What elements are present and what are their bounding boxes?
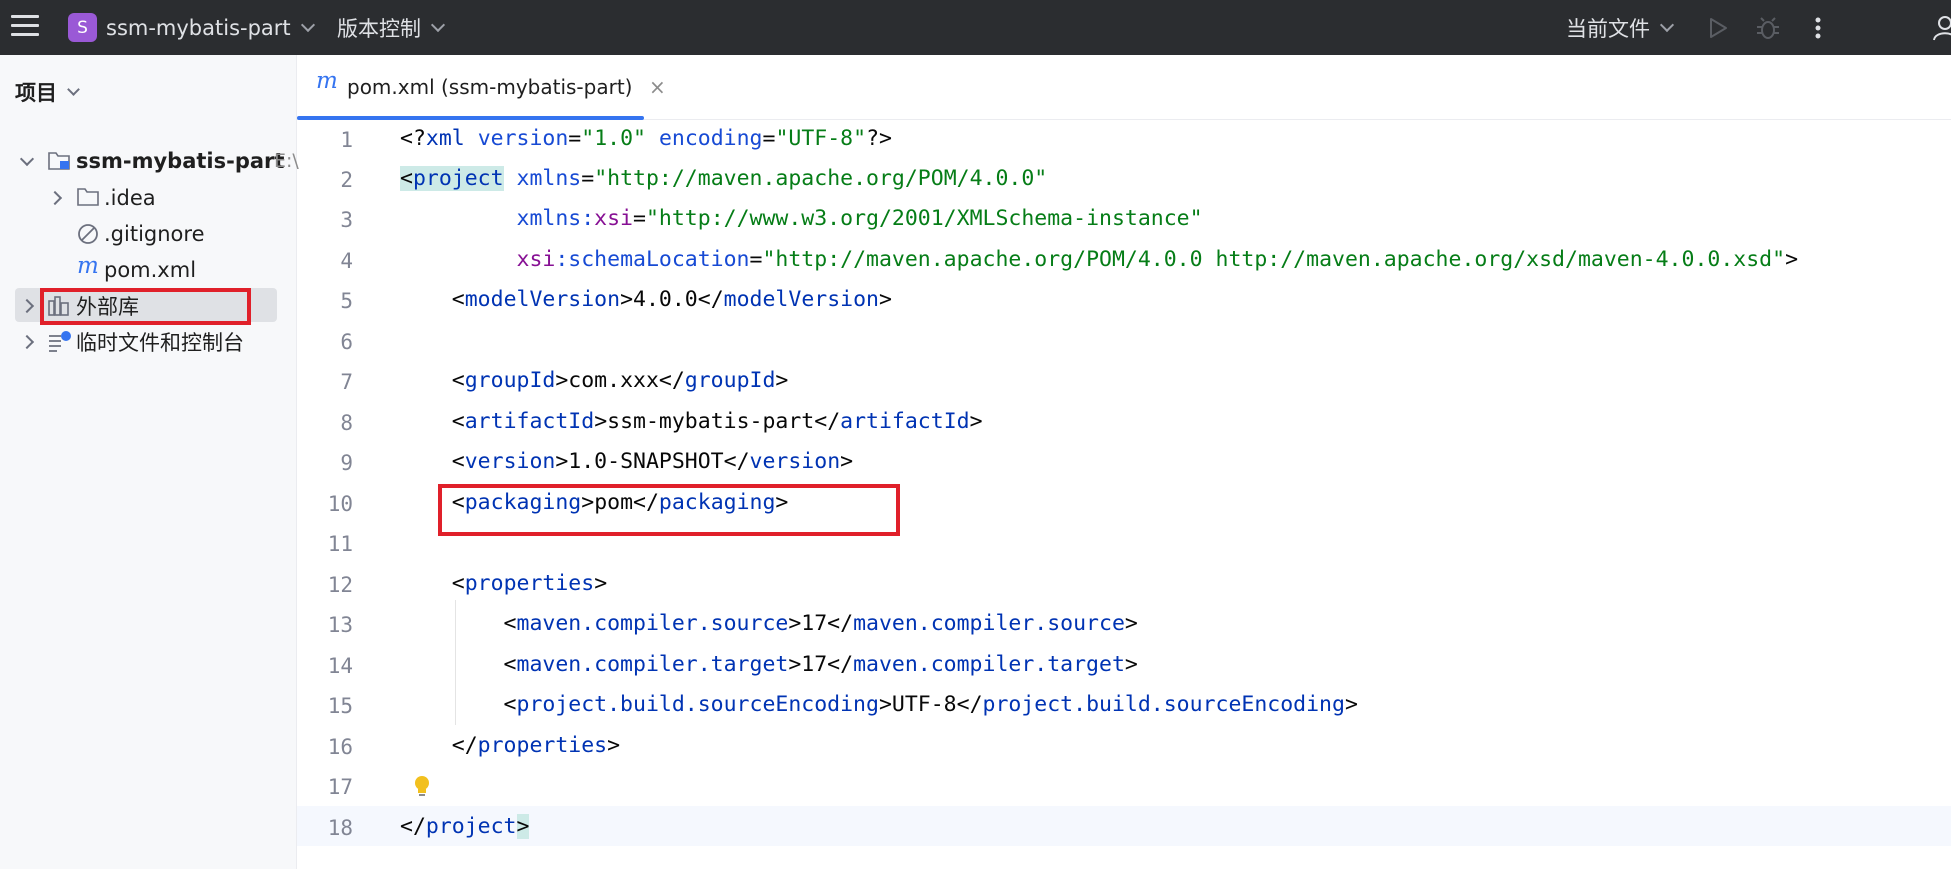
tree-item-label: 临时文件和控制台 xyxy=(76,331,244,355)
code-line-12: <properties> xyxy=(400,571,608,596)
folder-icon xyxy=(77,188,99,206)
debug-button[interactable] xyxy=(1751,0,1785,55)
code-line-9: <version>1.0-SNAPSHOT</version> xyxy=(400,449,854,474)
more-actions-button[interactable] xyxy=(1808,0,1828,55)
chevron-down-icon xyxy=(430,17,446,32)
line-number: 12 xyxy=(327,573,353,597)
line-number: 1 xyxy=(340,128,353,152)
code-line-5: <modelVersion>4.0.0</modelVersion> xyxy=(400,287,892,312)
project-panel-title: 项目 xyxy=(15,81,57,105)
editor-tab-bar: m pom.xml (ssm-mybatis-part) × xyxy=(297,55,1951,120)
tree-item-label: ssm-mybatis-part xyxy=(76,149,285,173)
debug-icon xyxy=(1757,16,1779,39)
project-tool-window: 项目 ssm-mybatis-part E:\ .idea .gitignore… xyxy=(0,55,299,869)
lightbulb-icon[interactable] xyxy=(412,774,432,800)
line-number: 7 xyxy=(340,370,353,394)
code-line-16: </properties> xyxy=(400,733,621,758)
line-number: 15 xyxy=(327,694,353,718)
project-name: ssm-mybatis-part xyxy=(106,15,291,40)
tree-item-label: pom.xml xyxy=(104,258,197,282)
project-switcher[interactable]: ssm-mybatis-part xyxy=(106,0,315,55)
line-number: 16 xyxy=(327,735,353,759)
code-line-3: xmlns:xsi="http://www.w3.org/2001/XMLSch… xyxy=(516,206,1203,231)
chevron-right-icon[interactable] xyxy=(47,190,63,206)
module-folder-icon xyxy=(48,152,70,170)
code-line-4: xsi:schemaLocation="http://maven.apache.… xyxy=(516,247,1799,272)
tree-item-label: 外部库 xyxy=(76,295,139,319)
line-number: 2 xyxy=(340,168,353,192)
tree-item-label: .gitignore xyxy=(104,222,205,246)
run-button[interactable] xyxy=(1702,0,1734,55)
user-icon xyxy=(1933,15,1951,40)
line-number: 10 xyxy=(327,492,353,516)
main-menu-icon[interactable] xyxy=(11,15,39,39)
maven-icon: m xyxy=(77,253,99,279)
title-bar: S ssm-mybatis-part 版本控制 当前文件 xyxy=(0,0,1951,55)
chevron-right-icon[interactable] xyxy=(19,334,35,350)
line-number: 9 xyxy=(340,451,353,475)
code-line-18: </project> xyxy=(400,814,530,839)
line-number: 6 xyxy=(340,330,353,354)
line-number: 18 xyxy=(327,816,353,840)
code-line-2: <project xmlns="http://maven.apache.org/… xyxy=(400,166,1048,191)
project-path-suffix: E:\ xyxy=(274,150,299,172)
line-number: 8 xyxy=(340,411,353,435)
highlight-annotation-box xyxy=(438,484,900,536)
code-line-14: <maven.compiler.target>17</maven.compile… xyxy=(400,652,1138,677)
code-line-13: <maven.compiler.source>17</maven.compile… xyxy=(400,611,1138,636)
chevron-down-icon xyxy=(300,17,315,32)
code-line-7: <groupId>com.xxx</groupId> xyxy=(400,368,789,393)
library-icon xyxy=(48,296,69,316)
line-number: 13 xyxy=(327,613,353,637)
line-number: 14 xyxy=(327,654,353,678)
vcs-menu[interactable]: 版本控制 xyxy=(337,0,446,55)
tab-label: pom.xml (ssm-mybatis-part) xyxy=(347,75,633,99)
chevron-down-icon[interactable] xyxy=(19,151,35,167)
chevron-down-icon xyxy=(1659,17,1675,32)
line-number: 17 xyxy=(327,775,353,799)
project-badge[interactable]: S xyxy=(68,13,97,42)
close-icon[interactable]: × xyxy=(649,75,666,99)
code-line-1: <?xml version="1.0" encoding="UTF-8"?> xyxy=(400,126,892,151)
ignore-file-icon xyxy=(78,224,98,244)
code-line-8: <artifactId>ssm-mybatis-part</artifactId… xyxy=(400,409,983,434)
run-icon xyxy=(1710,17,1727,38)
line-number: 11 xyxy=(327,532,353,556)
more-vertical-icon xyxy=(1815,17,1821,38)
account-button[interactable] xyxy=(1933,0,1951,55)
tab-pom-xml[interactable]: m pom.xml (ssm-mybatis-part) × xyxy=(297,55,666,120)
line-number: 3 xyxy=(340,208,353,232)
line-number: 5 xyxy=(340,289,353,313)
project-panel-header[interactable]: 项目 xyxy=(15,77,80,107)
vcs-label: 版本控制 xyxy=(337,16,421,41)
tree-item-label: .idea xyxy=(104,186,156,210)
line-number: 4 xyxy=(340,249,353,273)
chevron-down-icon xyxy=(67,82,80,96)
run-config-label: 当前文件 xyxy=(1566,16,1650,41)
active-tab-indicator xyxy=(297,116,644,120)
maven-icon: m xyxy=(316,68,338,94)
highlight-annotation-box xyxy=(40,288,251,325)
scratches-icon xyxy=(49,331,71,352)
code-line-15: <project.build.sourceEncoding>UTF-8</pro… xyxy=(400,692,1358,717)
current-line-highlight xyxy=(297,806,1951,846)
run-config-selector[interactable]: 当前文件 xyxy=(1566,0,1675,55)
